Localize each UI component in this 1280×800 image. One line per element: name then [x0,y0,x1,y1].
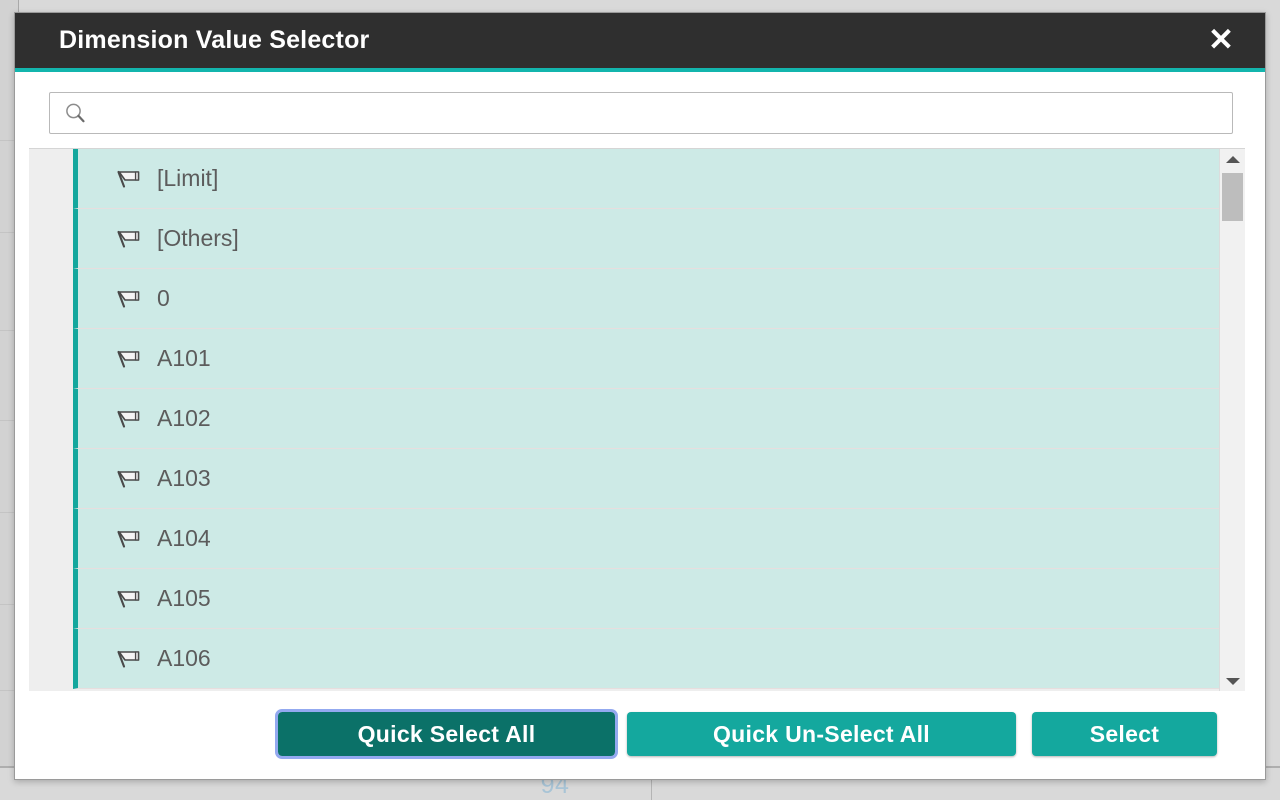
chevron-up-icon[interactable] [1220,149,1245,169]
flag-icon [117,590,140,608]
list-item[interactable]: A101 [73,329,1219,389]
dialog-title-bar: Dimension Value Selector ✕ [15,13,1265,72]
flag-icon [117,410,140,428]
search-icon [66,103,85,123]
search-input[interactable] [94,93,1224,133]
flag-icon [117,350,140,368]
quick-unselect-all-button[interactable]: Quick Un-Select All [627,712,1016,756]
list-item-label: A106 [157,645,211,671]
list-item[interactable]: A104 [73,509,1219,569]
chevron-down-icon[interactable] [1220,671,1245,691]
list-item-label: A101 [157,345,211,371]
list-item[interactable]: [Limit] [73,149,1219,209]
flag-icon [117,230,140,248]
list-item[interactable]: A103 [73,449,1219,509]
list-item-label: 0 [157,285,170,311]
select-button[interactable]: Select [1032,712,1217,756]
list-item-label: A105 [157,585,211,611]
list-item-label: [Others] [157,225,239,251]
dialog-title: Dimension Value Selector [59,26,370,54]
dimension-value-selector-dialog: Dimension Value Selector ✕ [Limit] [Other… [14,12,1266,780]
value-list-scrollbar[interactable] [1219,149,1245,691]
scrollbar-thumb[interactable] [1222,173,1243,221]
dialog-body: [Limit] [Others] 0 A101 A102 A103 A104 A105 A106… [15,72,1265,779]
close-icon[interactable]: ✕ [1199,13,1243,68]
dialog-footer: Quick Select All Quick Un-Select All Sel… [15,691,1265,779]
list-item[interactable]: [Others] [73,209,1219,269]
list-item-label: A103 [157,465,211,491]
list-item-label: A104 [157,525,211,551]
value-list-area: [Limit] [Others] 0 A101 A102 A103 A104 A105 A106 [29,148,1245,691]
search-area [15,72,1265,148]
quick-select-all-button[interactable]: Quick Select All [275,709,618,759]
list-item-label: A102 [157,405,211,431]
flag-icon [117,530,140,548]
list-item[interactable]: A102 [73,389,1219,449]
list-item[interactable]: A105 [73,569,1219,629]
list-item-label: [Limit] [157,165,219,191]
flag-icon [117,650,140,668]
flag-icon [117,290,140,308]
flag-icon [117,170,140,188]
search-field-wrapper[interactable] [49,92,1233,134]
list-item[interactable]: A106 [73,629,1219,689]
flag-icon [117,470,140,488]
list-item[interactable]: 0 [73,269,1219,329]
value-list[interactable]: [Limit] [Others] 0 A101 A102 A103 A104 A105 A106 [29,149,1219,691]
